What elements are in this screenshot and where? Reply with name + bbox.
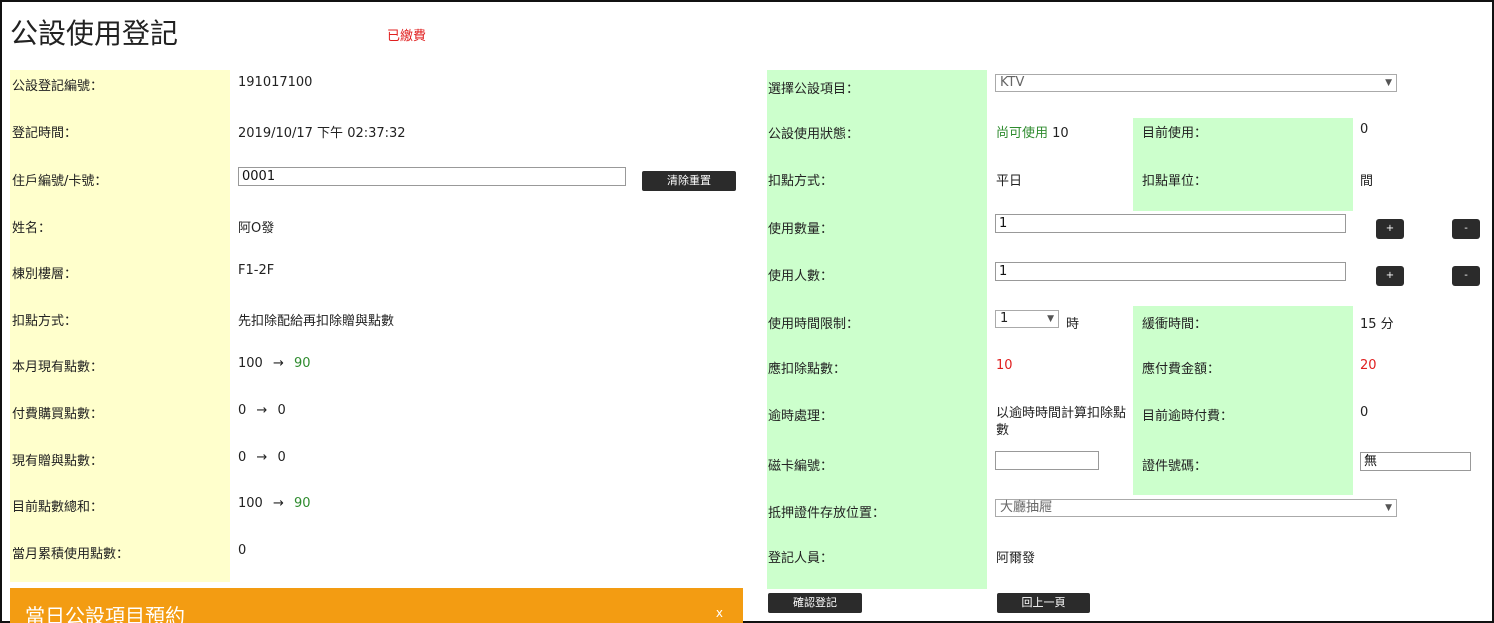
monthly-points-to: 90: [294, 356, 311, 371]
value-facility-status: 尚可使用 10: [996, 122, 1069, 141]
back-button[interactable]: 回上一頁: [997, 593, 1090, 613]
value-total-points: 100 → 90: [238, 496, 311, 511]
label-quantity: 使用數量：: [768, 222, 834, 237]
label-deduct-method: 扣點方式：: [12, 314, 78, 329]
arrow-icon: →: [256, 450, 268, 465]
arrow-icon: →: [272, 496, 284, 511]
label-buffer-time: 緩衝時間：: [1142, 317, 1208, 332]
label-gift-points: 現有贈與點數：: [12, 454, 104, 469]
quantity-plus-button[interactable]: +: [1376, 219, 1404, 239]
label-overtime-fee: 目前逾時付費：: [1142, 409, 1234, 424]
dropdown-arrow-icon: ▼: [1385, 503, 1392, 513]
deposit-location-select[interactable]: 大廳抽屜 ▼: [995, 499, 1397, 517]
value-monthly-points: 100 → 90: [238, 356, 311, 371]
people-minus-button[interactable]: -: [1452, 266, 1480, 286]
arrow-icon: →: [256, 403, 268, 418]
value-deduct-points: 10: [996, 358, 1013, 373]
time-limit-select[interactable]: 1 ▼: [995, 310, 1059, 328]
value-deduct-unit: 間: [1360, 174, 1374, 189]
booking-panel: 當日公設項目預約 x: [10, 588, 743, 623]
clear-reset-button[interactable]: 清除重置: [642, 171, 736, 191]
label-monthly-points: 本月現有點數：: [12, 360, 104, 375]
label-purchased-points: 付費購買點數：: [12, 407, 104, 422]
value-buffer-time: 15 分: [1360, 317, 1394, 332]
value-building-floor: F1-2F: [238, 263, 275, 278]
value-deduct-method-right: 平日: [996, 174, 1023, 189]
label-register-time: 登記時間：: [12, 126, 78, 141]
label-deduct-method-right: 扣點方式：: [768, 174, 834, 189]
status-available: 尚可使用: [996, 126, 1049, 141]
label-registrar: 登記人員：: [768, 551, 834, 566]
resident-id-input[interactable]: 0001: [238, 167, 626, 186]
label-total-points: 目前點數總和：: [12, 500, 104, 515]
label-overtime: 逾時處理：: [768, 409, 834, 424]
total-points-from: 100: [238, 496, 263, 511]
deposit-location-selected: 大廳抽屜: [1000, 500, 1053, 515]
id-no-input[interactable]: 無: [1360, 452, 1471, 471]
dropdown-arrow-icon: ▼: [1385, 78, 1392, 88]
label-people: 使用人數：: [768, 269, 834, 284]
gift-points-to: 0: [277, 450, 286, 465]
value-purchased-points: 0 → 0: [238, 403, 286, 418]
dropdown-arrow-icon: ▼: [1047, 314, 1054, 324]
label-facility: 選擇公設項目：: [768, 82, 860, 97]
booking-title: 當日公設項目預約: [25, 604, 185, 623]
facility-select[interactable]: KTV ▼: [995, 74, 1397, 92]
time-limit-selected: 1: [1000, 311, 1009, 326]
quantity-minus-button[interactable]: -: [1452, 219, 1480, 239]
purchased-points-to: 0: [277, 403, 286, 418]
card-no-input[interactable]: [995, 451, 1099, 470]
label-record-no: 公設登記編號：: [12, 79, 104, 94]
value-fee: 20: [1360, 358, 1377, 373]
label-name: 姓名：: [12, 221, 52, 236]
people-plus-button[interactable]: +: [1376, 266, 1404, 286]
close-icon[interactable]: x: [716, 606, 723, 620]
label-deduct-unit: 扣點單位：: [1142, 174, 1208, 189]
value-gift-points: 0 → 0: [238, 450, 286, 465]
page-title: 公設使用登記: [10, 17, 179, 50]
value-register-time: 2019/10/17 下午 02:37:32: [238, 126, 406, 141]
label-monthly-used: 當月累積使用點數：: [12, 547, 130, 562]
label-deduct-points: 應扣除點數：: [768, 362, 847, 377]
confirm-register-button[interactable]: 確認登記: [768, 593, 862, 613]
total-points-to: 90: [294, 496, 311, 511]
label-resident-id: 住戶編號/卡號：: [12, 174, 108, 189]
label-current-use: 目前使用：: [1142, 126, 1208, 141]
value-current-use: 0: [1360, 122, 1369, 137]
value-name: 阿O發: [238, 221, 275, 236]
purchased-points-from: 0: [238, 403, 247, 418]
label-fee: 應付費金額：: [1142, 362, 1221, 377]
value-deduct-method: 先扣除配給再扣除贈與點數: [238, 314, 395, 329]
label-building-floor: 棟別樓層：: [12, 267, 78, 282]
paid-status: 已繳費: [387, 29, 427, 44]
time-unit: 時: [1066, 317, 1080, 332]
arrow-icon: →: [272, 356, 284, 371]
value-overtime: 以逾時時間計算扣除點數: [996, 406, 1127, 438]
value-registrar: 阿爾發: [996, 551, 1036, 566]
people-input[interactable]: 1: [995, 262, 1346, 281]
label-deposit-location: 抵押證件存放位置：: [768, 506, 886, 521]
gift-points-from: 0: [238, 450, 247, 465]
status-count: 10: [1052, 126, 1069, 141]
label-id-no: 證件號碼：: [1142, 459, 1208, 474]
label-time-limit: 使用時間限制：: [768, 317, 860, 332]
value-monthly-used: 0: [238, 543, 247, 558]
quantity-input[interactable]: 1: [995, 214, 1346, 233]
monthly-points-from: 100: [238, 356, 263, 371]
label-facility-status: 公設使用狀態：: [768, 127, 860, 142]
value-record-no: 191017100: [238, 75, 313, 90]
facility-selected: KTV: [1000, 75, 1025, 90]
label-card-no: 磁卡編號：: [768, 459, 834, 474]
value-overtime-fee: 0: [1360, 405, 1369, 420]
